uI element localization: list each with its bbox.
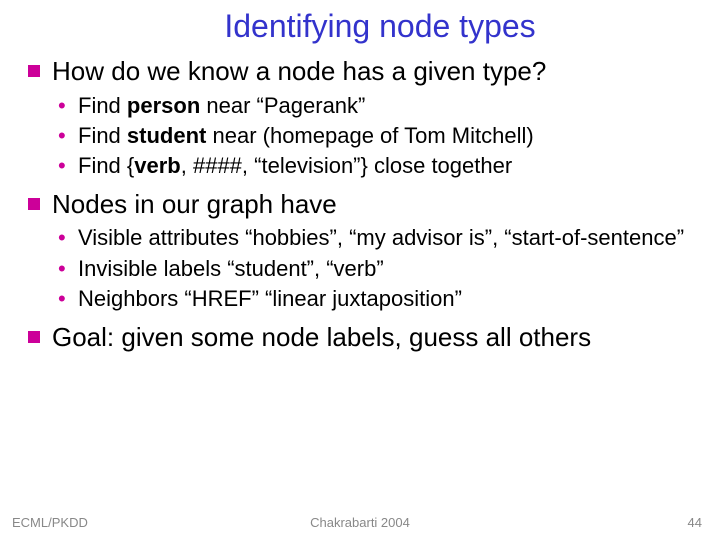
bold-term: person (127, 93, 200, 118)
slide-footer: ECML/PKDD Chakrabarti 2004 44 (0, 515, 720, 530)
text: near “Pagerank” (200, 93, 365, 118)
sub-bullet-2a: Visible attributes “hobbies”, “my adviso… (58, 224, 696, 252)
text: near (homepage of Tom Mitchell) (206, 123, 533, 148)
sub-bullet-1b: Find student near (homepage of Tom Mitch… (58, 122, 696, 150)
text: Find (78, 93, 127, 118)
top-level-list: How do we know a node has a given type? … (24, 55, 696, 353)
sub-bullet-1a: Find person near “Pagerank” (58, 92, 696, 120)
text: Find (78, 123, 127, 148)
sub-list-2: Visible attributes “hobbies”, “my adviso… (58, 224, 696, 312)
footer-center: Chakrabarti 2004 (0, 515, 720, 530)
text: Find { (78, 153, 134, 178)
top-bullet-3: Goal: given some node labels, guess all … (24, 321, 696, 354)
sub-bullet-1c: Find {verb, ####, “television”} close to… (58, 152, 696, 180)
bold-term: student (127, 123, 206, 148)
top-bullet-1: How do we know a node has a given type? (24, 55, 696, 88)
bold-term: verb (134, 153, 180, 178)
sub-list-1: Find person near “Pagerank” Find student… (58, 92, 696, 180)
sub-bullet-2c: Neighbors “HREF” “linear juxtaposition” (58, 285, 696, 313)
footer-right: 44 (688, 515, 702, 530)
text: , ####, “television”} close together (181, 153, 512, 178)
top-bullet-2: Nodes in our graph have (24, 188, 696, 221)
sub-bullet-2b: Invisible labels “student”, “verb” (58, 255, 696, 283)
slide-title: Identifying node types (64, 8, 696, 45)
footer-left: ECML/PKDD (12, 515, 88, 530)
